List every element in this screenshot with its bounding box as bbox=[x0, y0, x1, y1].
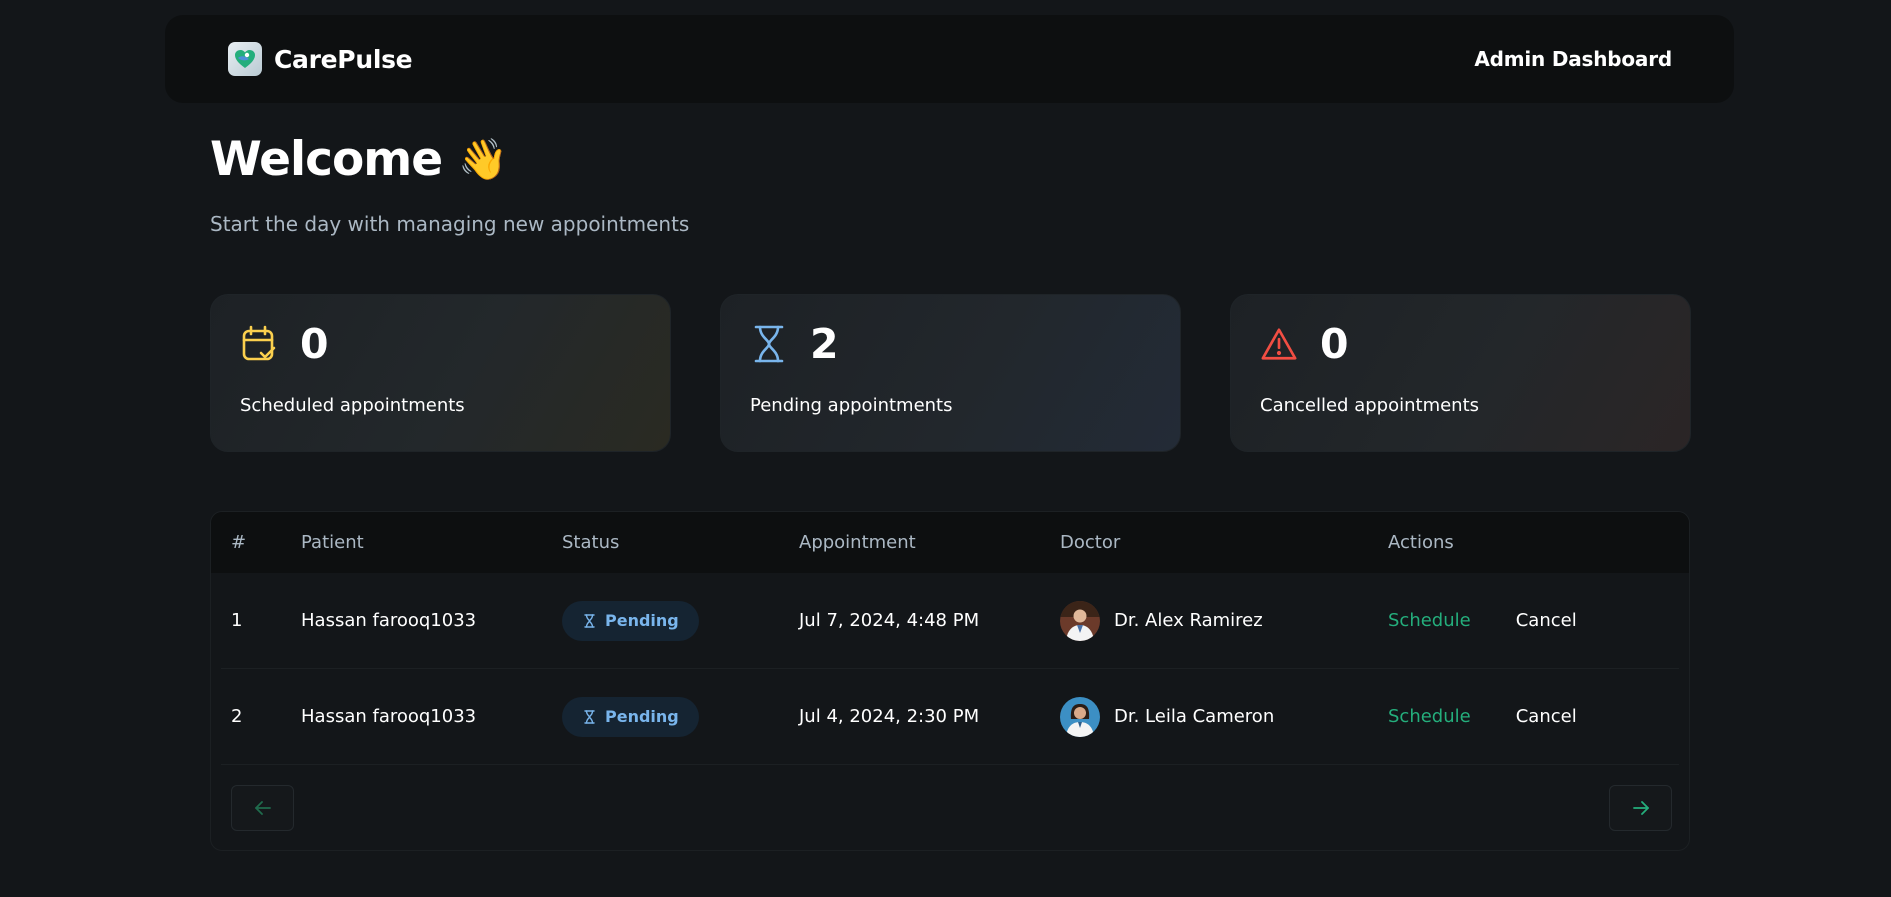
stat-card-scheduled: 0 Scheduled appointments bbox=[210, 294, 671, 452]
pending-count: 2 bbox=[810, 320, 839, 368]
appointment-date: Jul 7, 2024, 4:48 PM bbox=[799, 610, 980, 631]
doctor-cell: Dr. Alex Ramirez bbox=[1060, 600, 1263, 641]
carepulse-logo-icon bbox=[228, 42, 262, 76]
table-row: 1 Hassan farooq1033 Pending Jul 7, 2024,… bbox=[221, 573, 1679, 669]
cancelled-count: 0 bbox=[1320, 320, 1349, 368]
page-subtitle: Start the day with managing new appointm… bbox=[210, 212, 690, 236]
alert-triangle-icon bbox=[1260, 325, 1298, 363]
header-doctor: Doctor bbox=[1060, 532, 1121, 553]
header-actions: Actions bbox=[1388, 532, 1454, 553]
calendar-check-icon bbox=[240, 325, 278, 363]
row-num: 1 bbox=[231, 610, 243, 631]
previous-page-button[interactable] bbox=[231, 785, 294, 831]
page-title: Welcome 👋 bbox=[210, 130, 689, 190]
patient-name: Hassan farooq1033 bbox=[301, 706, 477, 727]
row-num: 2 bbox=[231, 706, 243, 727]
header-status: Status bbox=[562, 532, 620, 553]
scheduled-count: 0 bbox=[300, 320, 329, 368]
welcome-title: Welcome bbox=[210, 132, 443, 187]
cancel-button[interactable]: Cancel bbox=[1516, 706, 1577, 727]
header-num: # bbox=[231, 532, 247, 553]
welcome-section: Welcome 👋 Start the day with managing ne… bbox=[210, 130, 689, 236]
logo-text: CarePulse bbox=[274, 44, 413, 74]
appointment-date: Jul 4, 2024, 2:30 PM bbox=[799, 706, 980, 727]
doctor-cell: Dr. Leila Cameron bbox=[1060, 696, 1275, 737]
table-row: 2 Hassan farooq1033 Pending Jul 4, 2024,… bbox=[221, 669, 1679, 765]
header-appointment: Appointment bbox=[799, 532, 916, 553]
hourglass-icon bbox=[584, 709, 595, 724]
wave-emoji-icon: 👋 bbox=[458, 137, 508, 183]
arrow-left-icon bbox=[254, 801, 271, 815]
row-actions: Schedule Cancel bbox=[1388, 706, 1577, 727]
avatar bbox=[1060, 600, 1100, 641]
schedule-button[interactable]: Schedule bbox=[1388, 706, 1471, 727]
status-label: Pending bbox=[605, 707, 679, 726]
table-header: # Patient Status Appointment Doctor Acti… bbox=[211, 512, 1689, 573]
header-patient: Patient bbox=[301, 532, 364, 553]
stat-card-pending: 2 Pending appointments bbox=[720, 294, 1181, 452]
next-page-button[interactable] bbox=[1609, 785, 1672, 831]
header: CarePulse Admin Dashboard bbox=[165, 15, 1734, 103]
hourglass-icon bbox=[750, 325, 788, 363]
arrow-right-icon bbox=[1632, 801, 1649, 815]
header-title: Admin Dashboard bbox=[1474, 47, 1672, 71]
avatar bbox=[1060, 696, 1100, 737]
appointments-table: # Patient Status Appointment Doctor Acti… bbox=[210, 511, 1690, 851]
status-badge: Pending bbox=[562, 600, 699, 641]
pending-label: Pending appointments bbox=[750, 395, 953, 416]
stat-card-cancelled: 0 Cancelled appointments bbox=[1230, 294, 1691, 452]
doctor-name: Dr. Alex Ramirez bbox=[1114, 610, 1263, 631]
doctor-name: Dr. Leila Cameron bbox=[1114, 706, 1275, 727]
cancelled-label: Cancelled appointments bbox=[1260, 395, 1480, 416]
cancel-button[interactable]: Cancel bbox=[1516, 610, 1577, 631]
patient-name: Hassan farooq1033 bbox=[301, 610, 477, 631]
scheduled-label: Scheduled appointments bbox=[240, 395, 465, 416]
schedule-button[interactable]: Schedule bbox=[1388, 610, 1471, 631]
hourglass-icon bbox=[584, 613, 595, 628]
logo[interactable]: CarePulse bbox=[228, 42, 413, 76]
status-badge: Pending bbox=[562, 696, 699, 737]
row-actions: Schedule Cancel bbox=[1388, 610, 1577, 631]
status-label: Pending bbox=[605, 611, 679, 630]
